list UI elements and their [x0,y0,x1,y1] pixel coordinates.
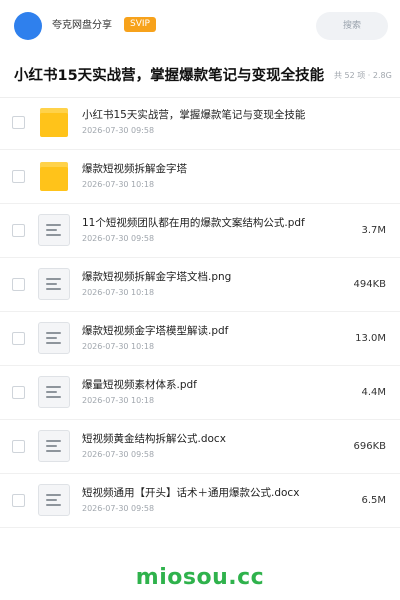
file-name[interactable]: 爆款短视频金字塔模型解读.pdf [82,323,332,339]
file-name[interactable]: 爆款短视频拆解金字塔文档.png [82,269,332,285]
folder-icon [38,159,70,193]
file-list: 小红书15天实战营，掌握爆款笔记与变现全技能 2026-07-30 09:58 … [0,96,400,528]
share-meta: 共 52 项 · 2.8G [332,69,392,83]
title-row: 小红书15天实战营，掌握爆款笔记与变现全技能 共 52 项 · 2.8G [0,52,400,98]
document-icon [38,213,70,247]
file-size: 13.0M [355,333,386,344]
file-name[interactable]: 11个短视频团队都在用的爆款文案结构公式.pdf [82,215,332,231]
file-row[interactable]: 爆量短视频素材体系.pdf 2026-07-30 10:18 4.4M [0,366,400,420]
file-name[interactable]: 爆款短视频拆解金字塔 [82,161,332,177]
document-icon [38,429,70,463]
file-date: 2026-07-30 09:58 [82,126,155,135]
file-size: 696KB [353,441,386,452]
document-icon [38,321,70,355]
page-title: 小红书15天实战营，掌握爆款笔记与变现全技能 [14,68,325,84]
file-row[interactable]: 爆款短视频金字塔模型解读.pdf 2026-07-30 10:18 13.0M [0,312,400,366]
file-date: 2026-07-30 09:58 [82,504,155,513]
file-row[interactable]: 爆款短视频拆解金字塔 2026-07-30 10:18 [0,150,400,204]
file-size: 494KB [353,279,386,290]
file-name[interactable]: 小红书15天实战营，掌握爆款笔记与变现全技能 [82,107,332,123]
file-row[interactable]: 爆款短视频拆解金字塔文档.png 2026-07-30 10:18 494KB [0,258,400,312]
svip-badge: SVIP [124,17,156,32]
row-checkbox[interactable] [12,494,25,507]
file-date: 2026-07-30 10:18 [82,342,155,351]
row-checkbox[interactable] [12,440,25,453]
row-checkbox[interactable] [12,332,25,345]
file-date: 2026-07-30 09:58 [82,450,155,459]
file-size: 3.7M [361,225,386,236]
row-checkbox[interactable] [12,170,25,183]
file-name[interactable]: 短视频黄金结构拆解公式.docx [82,431,332,447]
document-icon [38,375,70,409]
file-date: 2026-07-30 10:18 [82,288,155,297]
document-icon [38,267,70,301]
share-owner-label: 夸克网盘分享 [52,20,112,31]
row-checkbox[interactable] [12,224,25,237]
file-row[interactable]: 小红书15天实战营，掌握爆款笔记与变现全技能 2026-07-30 09:58 [0,96,400,150]
header: 夸克网盘分享 SVIP 搜索 [0,0,400,52]
avatar[interactable] [14,12,42,40]
file-date: 2026-07-30 10:18 [82,180,155,189]
folder-icon [38,105,70,139]
file-size: 4.4M [361,387,386,398]
file-size: 6.5M [361,495,386,506]
file-row[interactable]: 短视频黄金结构拆解公式.docx 2026-07-30 09:58 696KB [0,420,400,474]
row-checkbox[interactable] [12,116,25,129]
watermark: miosou.cc [135,565,265,590]
file-row[interactable]: 11个短视频团队都在用的爆款文案结构公式.pdf 2026-07-30 09:5… [0,204,400,258]
search-button[interactable]: 搜索 [316,12,388,40]
row-checkbox[interactable] [12,278,25,291]
file-name[interactable]: 爆量短视频素材体系.pdf [82,377,332,393]
file-date: 2026-07-30 09:58 [82,234,155,243]
file-name[interactable]: 短视频通用【开头】话术＋通用爆款公式.docx [82,485,332,501]
file-row[interactable]: 短视频通用【开头】话术＋通用爆款公式.docx 2026-07-30 09:58… [0,474,400,528]
row-checkbox[interactable] [12,386,25,399]
file-date: 2026-07-30 10:18 [82,396,155,405]
document-icon [38,483,70,517]
